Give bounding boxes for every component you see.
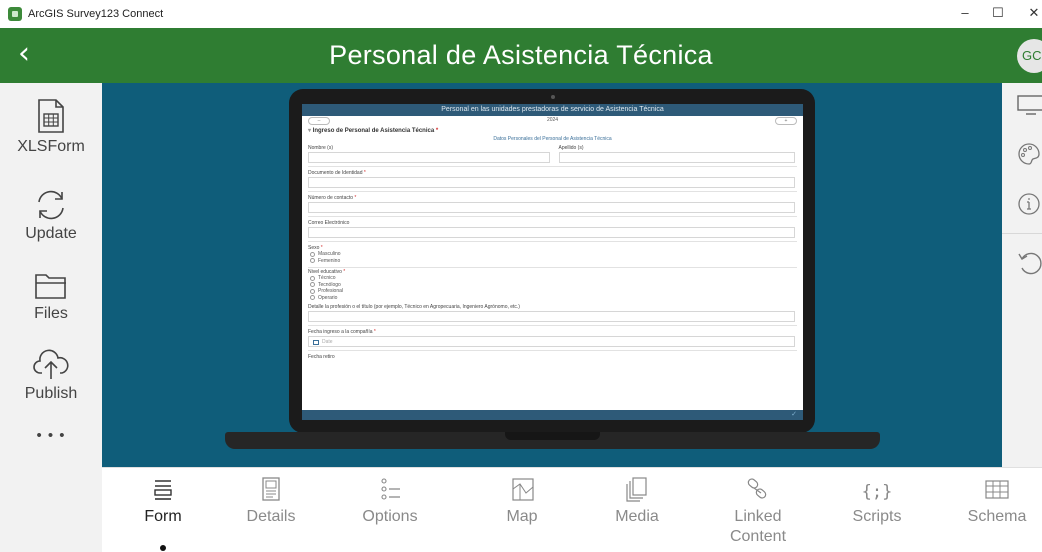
documento-field[interactable] bbox=[308, 177, 795, 188]
tab-linked-content[interactable]: Linked Content bbox=[708, 476, 808, 547]
monitor-icon[interactable] bbox=[1016, 93, 1042, 117]
section-title: Datos Personales del Personal de Asisten… bbox=[493, 136, 612, 142]
app-header: ‹ Personal de Asistencia Técnica GC bbox=[0, 28, 1042, 83]
radio-option[interactable]: Operario bbox=[302, 295, 803, 302]
tab-scripts[interactable]: {;} Scripts bbox=[827, 476, 927, 526]
date-placeholder: Date bbox=[322, 339, 333, 345]
sidebar-item-publish[interactable]: Publish bbox=[0, 349, 102, 403]
spreadsheet-icon bbox=[38, 99, 64, 133]
folder-icon bbox=[35, 274, 66, 299]
minimize-button[interactable]: – bbox=[955, 5, 975, 20]
nombre-field[interactable] bbox=[308, 152, 550, 163]
divider bbox=[308, 241, 797, 242]
sidebar-item-label: Update bbox=[25, 225, 77, 242]
submit-check-icon[interactable]: ✓ bbox=[791, 410, 797, 418]
tab-label: Details bbox=[246, 508, 296, 525]
apellido-field[interactable] bbox=[558, 152, 795, 163]
scripts-icon: {;} bbox=[862, 482, 893, 502]
tab-media[interactable]: Media bbox=[587, 476, 687, 526]
contacto-field[interactable] bbox=[308, 202, 795, 213]
tab-label: Options bbox=[362, 508, 418, 525]
sidebar-item-files[interactable]: Files bbox=[0, 271, 102, 323]
details-icon bbox=[262, 477, 280, 501]
left-sidebar: XLSForm Update Files Publish • • • bbox=[0, 83, 102, 552]
window-title: ArcGIS Survey123 Connect bbox=[28, 8, 164, 20]
form-year-value: 2024 bbox=[546, 117, 559, 123]
divider bbox=[308, 166, 797, 167]
sidebar-item-label: Publish bbox=[24, 385, 78, 402]
palette-icon[interactable] bbox=[1016, 141, 1042, 167]
media-icon bbox=[626, 477, 647, 502]
correo-label: Correo Electrónico bbox=[308, 220, 350, 226]
form-subheader: – 2024 + bbox=[302, 116, 803, 125]
tab-map[interactable]: Map bbox=[472, 476, 572, 526]
tab-label: Form bbox=[144, 508, 182, 525]
tab-details[interactable]: Details bbox=[221, 476, 321, 526]
group-label: Ingreso de Personal de Asistencia Técnic… bbox=[312, 128, 435, 134]
tab-label: Schema bbox=[967, 508, 1027, 525]
more-icon: • • • bbox=[36, 427, 66, 444]
cloud-upload-icon bbox=[33, 349, 69, 379]
right-toolbar bbox=[1002, 83, 1042, 467]
divider bbox=[308, 191, 797, 192]
group-header[interactable]: ▾ Ingreso de Personal de Asistencia Técn… bbox=[302, 124, 803, 134]
sidebar-item-label: XLSForm bbox=[17, 138, 85, 155]
correo-field[interactable] bbox=[308, 227, 795, 238]
contacto-label: Número de contacto * bbox=[308, 195, 357, 201]
tab-label: Linked Content bbox=[729, 508, 787, 545]
form-header-title: Personal en las unidades prestadoras de … bbox=[302, 104, 803, 116]
fecha-retiro-label: Fecha retiro bbox=[308, 354, 335, 360]
reset-icon[interactable] bbox=[1016, 249, 1042, 277]
form-icon bbox=[154, 480, 172, 500]
close-button[interactable]: ✕ bbox=[1024, 5, 1042, 21]
tab-form[interactable]: Form bbox=[113, 476, 213, 526]
map-icon bbox=[512, 478, 534, 501]
calendar-icon bbox=[313, 339, 319, 345]
laptop-base bbox=[225, 432, 880, 449]
svg-text:{;}: {;} bbox=[862, 482, 893, 502]
sidebar-item-label: Files bbox=[34, 305, 68, 322]
linked-content-icon bbox=[747, 478, 767, 499]
active-tab-indicator bbox=[160, 545, 166, 551]
window-titlebar: ArcGIS Survey123 Connect – ☐ ✕ bbox=[0, 0, 1042, 28]
form-footer: ✓ bbox=[302, 410, 803, 420]
page-title: Personal de Asistencia Técnica bbox=[329, 40, 713, 70]
options-icon bbox=[381, 478, 400, 500]
info-icon[interactable] bbox=[1016, 191, 1042, 217]
form-preview-screen: Personal en las unidades prestadoras de … bbox=[302, 104, 803, 420]
tab-label: Scripts bbox=[852, 508, 902, 525]
tab-schema[interactable]: Schema bbox=[947, 476, 1042, 526]
divider bbox=[308, 216, 797, 217]
previous-button[interactable]: – bbox=[308, 117, 330, 125]
required-mark: * bbox=[435, 128, 439, 134]
divider bbox=[308, 350, 797, 351]
nombre-label: Nombre (s) bbox=[308, 145, 334, 151]
divider bbox=[308, 325, 797, 326]
tab-label: Media bbox=[615, 508, 659, 525]
detalle-label: Detalle la profesión o el título (por ej… bbox=[308, 304, 520, 310]
sidebar-item-xlsform[interactable]: XLSForm bbox=[0, 98, 102, 156]
tab-options[interactable]: Options bbox=[340, 476, 440, 526]
divider bbox=[308, 267, 797, 268]
documento-label: Documento de Identidad * bbox=[308, 170, 366, 176]
tab-label: Map bbox=[506, 508, 538, 525]
apellido-label: Apellido (s) bbox=[558, 145, 584, 151]
sidebar-item-update[interactable]: Update bbox=[0, 189, 102, 243]
fecha-ingreso-label: Fecha ingreso a la compañía * bbox=[308, 329, 376, 335]
fecha-ingreso-field[interactable]: Date bbox=[308, 336, 795, 347]
bottom-tab-bar: Form Details Options Map Media Linked Co… bbox=[102, 467, 1042, 552]
next-button[interactable]: + bbox=[775, 117, 797, 125]
divider bbox=[1002, 233, 1042, 234]
refresh-icon bbox=[38, 190, 64, 220]
name-row: Nombre (s) Apellido (s) bbox=[302, 142, 803, 163]
schema-icon bbox=[985, 480, 1009, 499]
maximize-button[interactable]: ☐ bbox=[988, 5, 1008, 21]
app-logo-icon bbox=[8, 7, 22, 21]
radio-option[interactable]: Femenino bbox=[302, 258, 803, 265]
detalle-field[interactable] bbox=[308, 311, 795, 322]
sidebar-item-more[interactable]: • • • bbox=[0, 423, 102, 444]
laptop-camera bbox=[551, 95, 555, 99]
